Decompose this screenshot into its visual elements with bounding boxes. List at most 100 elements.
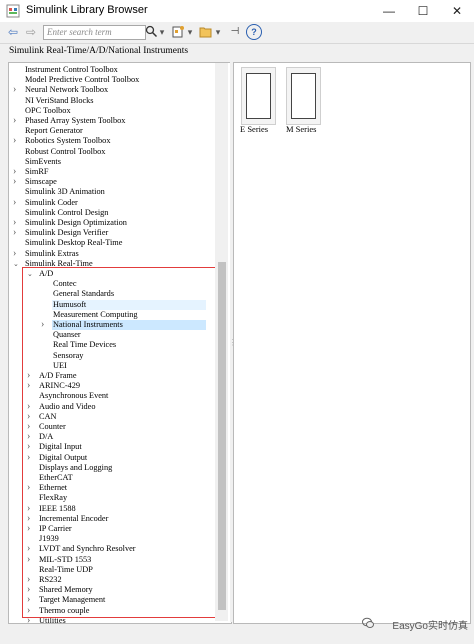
tree-item[interactable]: Quanser xyxy=(9,330,214,340)
maximize-button[interactable]: ☐ xyxy=(406,0,440,22)
tree-item[interactable]: › Simulink Design Verifier xyxy=(9,228,214,238)
e-series-block[interactable] xyxy=(241,67,276,125)
tree-item[interactable]: Contec xyxy=(9,279,214,289)
open-folder-icon[interactable] xyxy=(199,26,213,38)
tree-item-label: Target Management xyxy=(39,595,106,605)
minimize-button[interactable]: — xyxy=(372,0,406,22)
tree-item[interactable]: › Digital Input xyxy=(9,442,214,452)
tree-item[interactable]: ⌄ Simulink Real-Time xyxy=(9,259,214,269)
tree-item[interactable]: Report Generator xyxy=(9,126,214,136)
tree-item[interactable]: › RS232 xyxy=(9,575,214,585)
collapsed-arrow-icon[interactable]: › xyxy=(41,320,49,330)
open-dropdown-icon[interactable]: ▾ xyxy=(214,24,222,40)
close-button[interactable]: ✕ xyxy=(440,0,474,22)
tree-item[interactable]: FlexRay xyxy=(9,493,214,503)
collapsed-arrow-icon[interactable]: › xyxy=(27,452,35,463)
tree-item[interactable]: › LVDT and Synchro Resolver xyxy=(9,544,214,554)
tree-item[interactable]: Displays and Logging xyxy=(9,463,214,473)
tree-item[interactable]: › National Instruments xyxy=(9,320,214,330)
tree-item[interactable]: Instrument Control Toolbox xyxy=(9,65,214,75)
tree-item[interactable]: › IEEE 1588 xyxy=(9,503,214,514)
search-input[interactable]: Enter search term xyxy=(43,25,146,40)
tree-item[interactable]: SimEvents xyxy=(9,157,214,167)
back-icon[interactable]: ⇦ xyxy=(6,24,20,40)
collapsed-arrow-icon[interactable]: › xyxy=(27,544,35,554)
tree-item[interactable]: › Utilities xyxy=(9,615,214,623)
new-model-icon[interactable] xyxy=(172,25,185,38)
tree-item[interactable]: › SimRF xyxy=(9,167,214,177)
tree-item-label: Incremental Encoder xyxy=(39,513,109,523)
block-content-panel xyxy=(233,62,471,624)
tree-item[interactable]: › Audio and Video xyxy=(9,401,214,412)
tree-item[interactable]: › Thermo couple xyxy=(9,605,214,616)
collapsed-arrow-icon[interactable]: › xyxy=(13,177,21,187)
tree-item[interactable]: › Incremental Encoder xyxy=(9,513,214,524)
expanded-arrow-icon[interactable]: ⌄ xyxy=(13,259,21,269)
tree-item[interactable]: Measurement Computing xyxy=(9,310,214,320)
collapsed-arrow-icon[interactable]: › xyxy=(13,85,21,95)
tree-item[interactable]: › ARINC-429 xyxy=(9,381,214,391)
new-model-dropdown-icon[interactable]: ▾ xyxy=(186,24,194,40)
expanded-arrow-icon[interactable]: ⌄ xyxy=(27,269,35,279)
tree-item[interactable]: › Robotics System Toolbox xyxy=(9,136,214,146)
tree-item[interactable]: › Simulink Extras xyxy=(9,248,214,259)
tree-item[interactable]: › CAN xyxy=(9,411,214,422)
tree-item[interactable]: Robust Control Toolbox xyxy=(9,147,214,157)
collapsed-arrow-icon[interactable]: › xyxy=(27,615,35,623)
tree-item[interactable]: › Simscape xyxy=(9,177,214,187)
tree-item-label: NI VeriStand Blocks xyxy=(25,95,94,105)
forward-icon[interactable]: ⇨ xyxy=(24,24,38,40)
tree-item[interactable]: › Neural Network Toolbox xyxy=(9,85,214,95)
tree-item[interactable]: General Standards xyxy=(9,289,214,299)
collapsed-arrow-icon[interactable]: › xyxy=(27,381,35,391)
collapsed-arrow-icon[interactable]: › xyxy=(27,595,35,605)
tree-item[interactable]: › A/D Frame xyxy=(9,371,214,381)
tree-item[interactable]: › IP Carrier xyxy=(9,524,214,534)
m-series-block[interactable] xyxy=(286,67,321,125)
tree-item[interactable]: Simulink Control Design xyxy=(9,208,214,218)
tree-item[interactable]: Simulink Desktop Real-Time xyxy=(9,238,214,248)
tree-item[interactable]: › Ethernet xyxy=(9,483,214,493)
collapsed-arrow-icon[interactable]: › xyxy=(13,228,21,238)
watermark-text: EasyGo实时仿真 xyxy=(392,621,468,632)
tree-item[interactable]: Humusoft xyxy=(9,299,214,310)
tree-item[interactable]: › Counter xyxy=(9,422,214,432)
tree-item[interactable]: › Target Management xyxy=(9,595,214,605)
tree-item[interactable]: J1939 xyxy=(9,534,214,544)
tree-item[interactable]: › Digital Output xyxy=(9,452,214,463)
search-options-dropdown-icon[interactable]: ▾ xyxy=(158,24,166,40)
tree-item[interactable]: Simulink 3D Animation xyxy=(9,187,214,197)
tree-item[interactable]: OPC Toolbox xyxy=(9,106,214,116)
tree-item[interactable]: ⌄ A/D xyxy=(9,269,214,279)
tree-item[interactable]: › D/A xyxy=(9,432,214,442)
collapsed-arrow-icon[interactable]: › xyxy=(13,197,21,208)
pin-icon[interactable]: ⊣ xyxy=(229,24,241,40)
tree-item[interactable]: › Simulink Design Optimization xyxy=(9,218,214,228)
tree-item[interactable]: Sensoray xyxy=(9,351,214,361)
tree-item-label: J1939 xyxy=(39,534,59,544)
tree-item[interactable]: › Phased Array System Toolbox xyxy=(9,116,214,126)
tree-item[interactable]: UEI xyxy=(9,361,214,371)
tree-scrollbar-thumb[interactable] xyxy=(218,262,226,610)
collapsed-arrow-icon[interactable]: › xyxy=(27,554,35,565)
tree-item[interactable]: Real-Time UDP xyxy=(9,565,214,575)
tree-item[interactable]: › Shared Memory xyxy=(9,585,214,595)
search-icon[interactable] xyxy=(145,25,158,38)
collapsed-arrow-icon[interactable]: › xyxy=(13,116,21,126)
collapsed-arrow-icon[interactable]: › xyxy=(27,524,35,534)
collapsed-arrow-icon[interactable]: › xyxy=(27,483,35,493)
tree-item-label: General Standards xyxy=(53,289,115,299)
collapsed-arrow-icon[interactable]: › xyxy=(13,136,21,146)
tree-item[interactable]: Asynchronous Event xyxy=(9,391,214,401)
tree-item[interactable]: › Simulink Coder xyxy=(9,197,214,208)
tree-item[interactable]: Real Time Devices xyxy=(9,340,214,350)
tree-item[interactable]: NI VeriStand Blocks xyxy=(9,96,214,106)
collapsed-arrow-icon[interactable]: › xyxy=(13,248,21,259)
tree-item[interactable]: EtherCAT xyxy=(9,473,214,483)
collapsed-arrow-icon[interactable]: › xyxy=(27,442,35,452)
library-tree[interactable]: Instrument Control Toolbox Model Predicti… xyxy=(8,62,232,624)
tree-item[interactable]: › MIL-STD 1553 xyxy=(9,554,214,565)
tree-item[interactable]: Model Predictive Control Toolbox xyxy=(9,75,214,85)
tree-item-label: Simulink Design Verifier xyxy=(25,228,109,238)
help-icon[interactable]: ? xyxy=(246,24,262,40)
